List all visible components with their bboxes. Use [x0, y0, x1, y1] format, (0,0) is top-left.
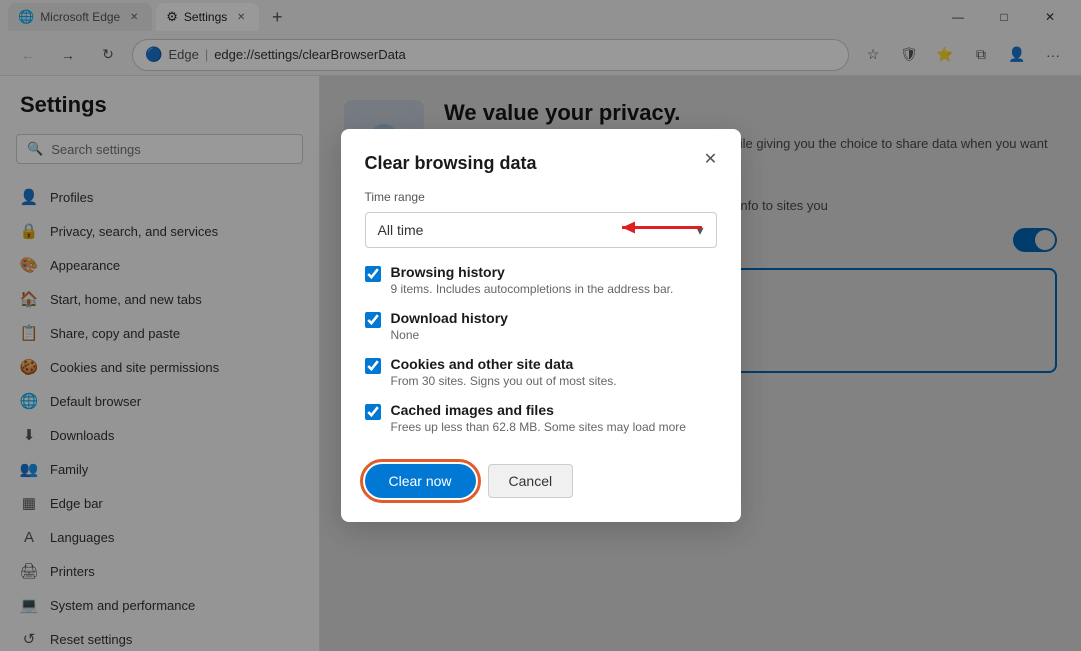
clear-browsing-data-dialog: Clear browsing data ✕ Time range All tim… [341, 129, 741, 522]
cancel-button[interactable]: Cancel [488, 464, 574, 498]
download-history-checkbox[interactable] [365, 312, 381, 328]
checkbox-cookies: Cookies and other site data From 30 site… [365, 356, 717, 388]
cookies-label: Cookies and other site data [391, 356, 617, 372]
checkbox-download-history: Download history None [365, 310, 717, 342]
browsing-history-label: Browsing history [391, 264, 674, 280]
time-range-label: Time range [365, 190, 717, 204]
cookies-desc: From 30 sites. Signs you out of most sit… [391, 374, 617, 388]
time-range-value: All time [378, 222, 424, 238]
dialog-title: Clear browsing data [365, 153, 717, 174]
clear-now-button[interactable]: Clear now [365, 464, 476, 498]
dialog-close-button[interactable]: ✕ [697, 145, 725, 173]
download-history-desc: None [391, 328, 508, 342]
dialog-actions: Clear now Cancel [365, 464, 717, 498]
checkbox-cached: Cached images and files Frees up less th… [365, 402, 717, 434]
time-range-select[interactable]: All time ▾ [365, 212, 717, 248]
dialog-checkboxes: Browsing history 9 items. Includes autoc… [365, 264, 717, 448]
download-history-label: Download history [391, 310, 508, 326]
checkbox-browsing-history: Browsing history 9 items. Includes autoc… [365, 264, 717, 296]
modal-overlay: Clear browsing data ✕ Time range All tim… [0, 0, 1081, 651]
cached-label: Cached images and files [391, 402, 686, 418]
cached-checkbox[interactable] [365, 404, 381, 420]
browsing-history-checkbox[interactable] [365, 266, 381, 282]
cookies-checkbox[interactable] [365, 358, 381, 374]
browsing-history-desc: 9 items. Includes autocompletions in the… [391, 282, 674, 296]
cached-desc: Frees up less than 62.8 MB. Some sites m… [391, 420, 686, 434]
dropdown-chevron-icon: ▾ [696, 222, 703, 239]
